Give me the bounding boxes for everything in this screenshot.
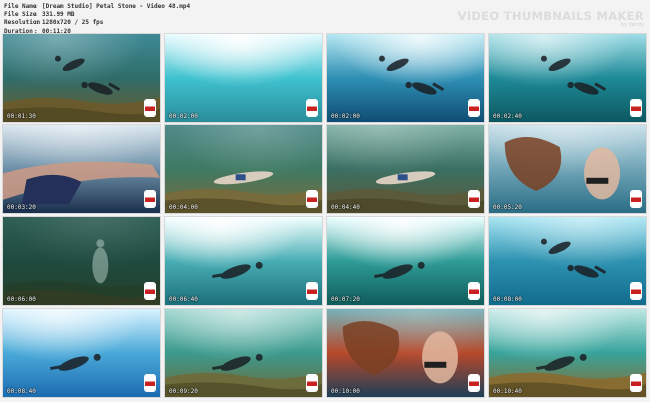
- thumbnail-timestamp: 00:09:20: [169, 388, 198, 395]
- video-thumbnail[interactable]: 00:06:40: [165, 217, 322, 305]
- resolution-value: 1280x720 / 25 fps: [42, 19, 104, 27]
- video-thumbnail[interactable]: 00:01:30: [3, 34, 160, 122]
- thumbnail-grid: 00:01:30 00:02:00 00:02:00 00:02:40 00:0…: [0, 34, 650, 402]
- video-thumbnail[interactable]: 00:07:20: [327, 217, 484, 305]
- file-name-value: [Dream Studio] Petal Stone - Video 48.mp…: [42, 3, 191, 10]
- video-thumbnail[interactable]: 00:02:00: [327, 34, 484, 122]
- file-info: File Name: [Dream Studio] Petal Stone - …: [4, 3, 190, 36]
- file-size-value: 331.99 MB: [42, 11, 75, 19]
- studio-logo-icon: [307, 191, 317, 207]
- file-size-key: File Size: [4, 11, 37, 19]
- video-thumbnail[interactable]: 00:03:20: [3, 125, 160, 213]
- thumbnail-timestamp: 00:07:20: [331, 296, 360, 303]
- studio-logo-icon: [145, 375, 155, 391]
- studio-logo-icon: [145, 100, 155, 116]
- studio-logo-icon: [469, 100, 479, 116]
- video-thumbnail[interactable]: 00:04:40: [327, 125, 484, 213]
- studio-logo-icon: [631, 100, 641, 116]
- video-thumbnail[interactable]: 00:02:00: [165, 34, 322, 122]
- brand-watermark: VIDEO THUMBNAILS MAKER by Vandy: [458, 9, 644, 28]
- studio-logo-icon: [631, 375, 641, 391]
- resolution-key: Resolution: [4, 19, 41, 27]
- thumbnail-timestamp: 00:02:00: [331, 113, 360, 120]
- video-thumbnail[interactable]: 00:10:40: [489, 309, 646, 397]
- studio-logo-icon: [145, 283, 155, 299]
- thumbnail-timestamp: 00:10:40: [493, 388, 522, 395]
- thumbnail-timestamp: 00:08:00: [493, 296, 522, 303]
- thumbnail-timestamp: 00:06:00: [7, 296, 36, 303]
- brand-title: VIDEO THUMBNAILS MAKER: [457, 9, 644, 23]
- studio-logo-icon: [145, 191, 155, 207]
- thumbnail-timestamp: 00:10:00: [331, 388, 360, 395]
- thumbnail-timestamp: 00:01:30: [7, 113, 36, 120]
- resolution-row: Resolution: 1280x720 / 25 fps: [4, 19, 104, 27]
- studio-logo-icon: [469, 283, 479, 299]
- thumbnail-timestamp: 00:03:20: [7, 204, 36, 211]
- file-name-key: File Name: [4, 3, 37, 10]
- thumbnail-timestamp: 00:06:40: [169, 296, 198, 303]
- studio-logo-icon: [307, 283, 317, 299]
- video-thumbnail[interactable]: 00:08:40: [3, 309, 160, 397]
- thumbnail-timestamp: 00:05:20: [493, 204, 522, 211]
- video-thumbnail[interactable]: 00:04:00: [165, 125, 322, 213]
- thumbnail-timestamp: 00:04:00: [169, 204, 198, 211]
- video-thumbnail[interactable]: 00:08:00: [489, 217, 646, 305]
- studio-logo-icon: [469, 191, 479, 207]
- video-thumbnail[interactable]: 00:09:20: [165, 309, 322, 397]
- thumbnail-timestamp: 00:04:40: [331, 204, 360, 211]
- thumbnail-timestamp: 00:02:40: [493, 113, 522, 120]
- studio-logo-icon: [631, 283, 641, 299]
- studio-logo-icon: [307, 100, 317, 116]
- video-thumbnail[interactable]: 00:06:00: [3, 217, 160, 305]
- studio-logo-icon: [307, 375, 317, 391]
- video-thumbnail[interactable]: 00:10:00: [327, 309, 484, 397]
- studio-logo-icon: [469, 375, 479, 391]
- file-name-row: File Name: [Dream Studio] Petal Stone - …: [4, 3, 191, 10]
- video-thumbnail[interactable]: 00:02:40: [489, 34, 646, 122]
- file-size-row: File Size: 331.99 MB: [4, 11, 75, 19]
- video-thumbnail[interactable]: 00:05:20: [489, 125, 646, 213]
- studio-logo-icon: [631, 191, 641, 207]
- thumbnail-timestamp: 00:08:40: [7, 388, 36, 395]
- thumbnail-timestamp: 00:02:00: [169, 113, 198, 120]
